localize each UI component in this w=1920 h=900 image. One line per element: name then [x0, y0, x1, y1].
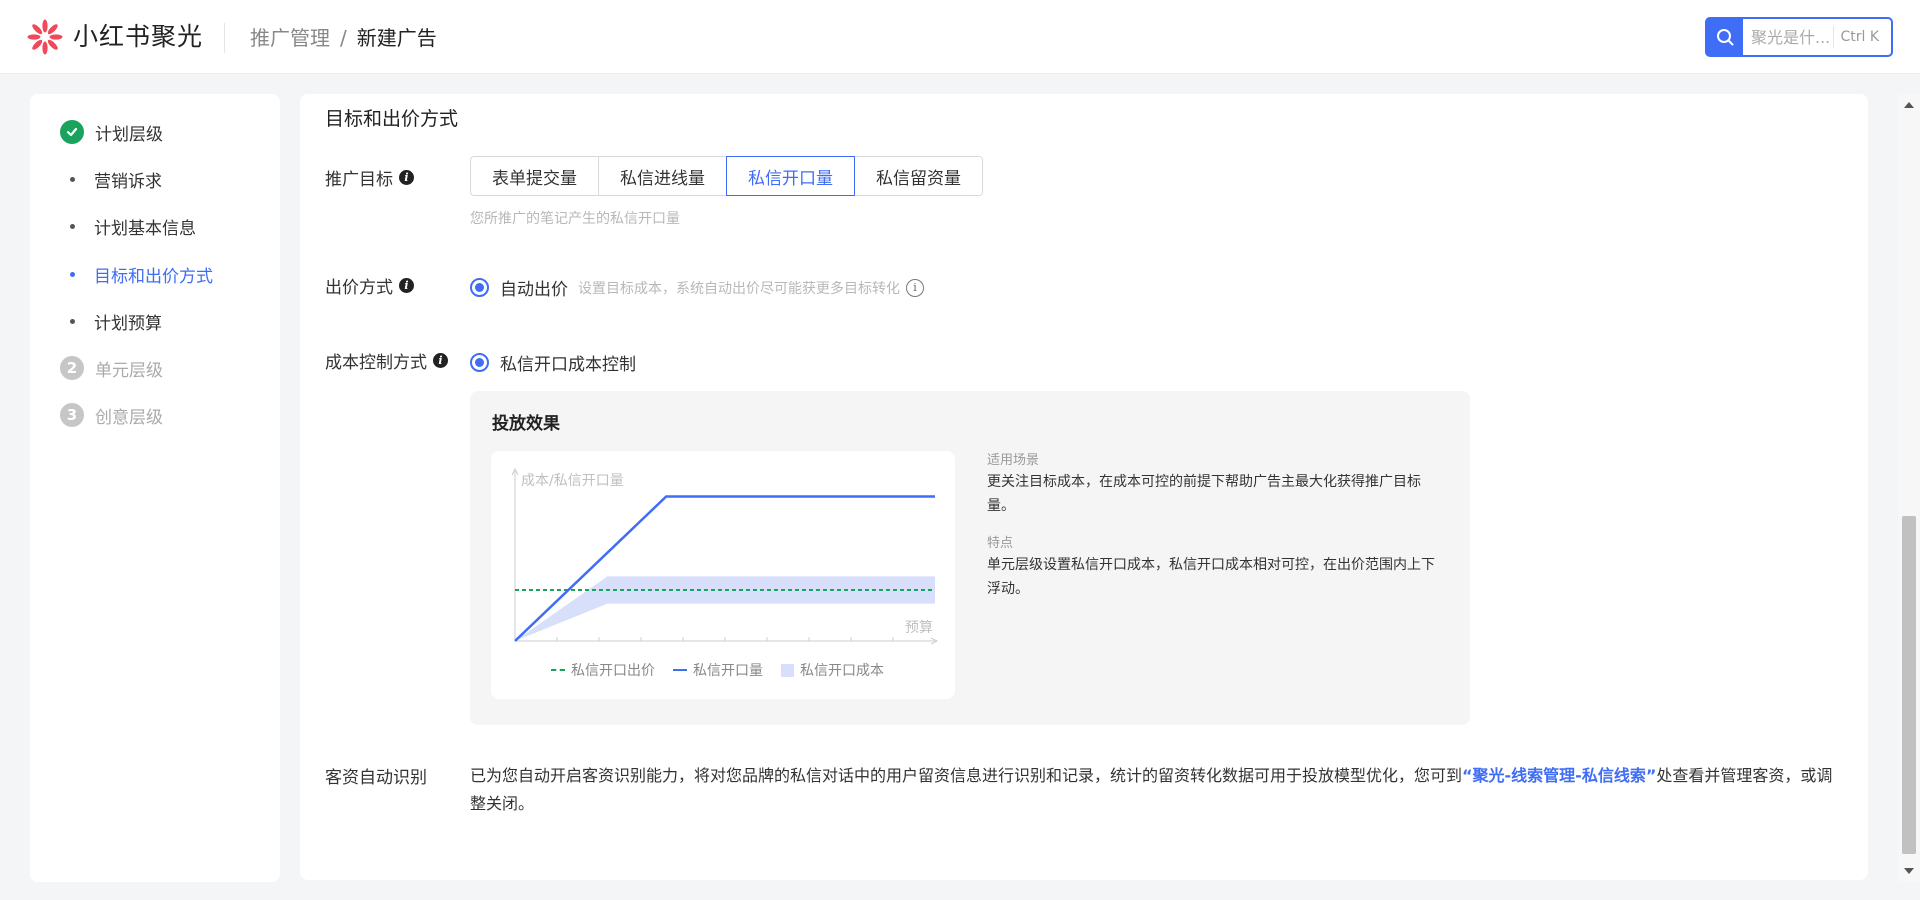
header-divider: [224, 23, 225, 53]
bullet-icon: [70, 176, 75, 182]
step-number: 3: [60, 403, 84, 427]
goal-option-form[interactable]: 表单提交量: [470, 156, 599, 196]
info-icon[interactable]: i: [433, 353, 448, 368]
legend-volume: 私信开口量: [673, 660, 763, 680]
chart-plot: 成本/私信开口量 预算: [511, 467, 939, 645]
breadcrumb-current: 新建广告: [356, 26, 437, 50]
radio-selected-icon[interactable]: [470, 278, 489, 297]
bullet-icon: [70, 271, 75, 277]
scroll-up-icon[interactable]: [1904, 102, 1914, 108]
leads-label-text: 客资自动识别: [325, 768, 427, 788]
bid-auto-radio[interactable]: 自动出价 设置目标成本，系统自动出价尽可能获更多目标转化 i: [470, 275, 924, 300]
step-label: 计划层级: [95, 124, 163, 145]
breadcrumb: 推广管理 / 新建广告: [250, 24, 437, 52]
search-shortcut: Ctrl K: [1833, 26, 1885, 48]
legend-dash-icon: [551, 669, 565, 671]
goal-option-dm-inbound[interactable]: 私信进线量: [598, 156, 727, 196]
goal-hint: 您所推广的笔记产生的私信开口量: [470, 211, 680, 227]
bid-label-text: 出价方式: [325, 278, 393, 298]
scene-heading: 适用场景: [987, 453, 1040, 468]
check-icon: [60, 120, 84, 144]
goal-label-text: 推广目标: [325, 170, 393, 190]
sidebar-item-label: 目标和出价方式: [94, 266, 213, 287]
effect-panel: 投放效果 成本/私信开口量 预算 私信开口出价 私信开口量 私信开口成本 适用场…: [470, 391, 1470, 725]
chart-legend: 私信开口出价 私信开口量 私信开口成本: [551, 660, 884, 680]
step-unit-level[interactable]: 2 单元层级: [60, 353, 163, 383]
scene-body: 更关注目标成本，在成本可控的前提下帮助广告主最大化获得推广目标量。: [987, 474, 1421, 514]
page-scrollbar[interactable]: [1898, 94, 1920, 882]
effect-title: 投放效果: [492, 414, 560, 434]
sidebar-item-label: 计划预算: [94, 313, 162, 334]
leads-text-before: 已为您自动开启客资识别能力，将对您品牌的私信对话中的用户留资信息进行识别和记录，…: [470, 766, 1463, 785]
scroll-down-icon[interactable]: [1904, 868, 1914, 874]
top-header: 小红书聚光 推广管理 / 新建广告 Ctrl K: [0, 0, 1920, 74]
leads-label: 客资自动识别: [325, 763, 427, 788]
step-label: 创意层级: [95, 407, 163, 428]
scrollbar-thumb[interactable]: [1902, 516, 1916, 854]
step-label: 单元层级: [95, 360, 163, 381]
scene-description: 适用场景 更关注目标成本，在成本可控的前提下帮助广告主最大化获得推广目标量。: [987, 449, 1447, 518]
series-volume-line: [514, 495, 935, 642]
bid-hint: 设置目标成本，系统自动出价尽可能获更多目标转化: [578, 280, 900, 297]
cost-control-label: 成本控制方式 i: [325, 348, 448, 373]
goal-label: 推广目标 i: [325, 165, 414, 190]
legend-box-icon: [781, 663, 794, 677]
legend-cost: 私信开口成本: [781, 660, 884, 680]
bullet-icon: [70, 223, 75, 229]
feature-description: 特点 单元层级设置私信开口成本，私信开口成本相对可控，在出价范围内上下浮动。: [987, 532, 1447, 601]
cost-control-radio[interactable]: 私信开口成本控制: [470, 350, 636, 375]
cost-control-option-label: 私信开口成本控制: [500, 355, 636, 375]
bid-label: 出价方式 i: [325, 273, 414, 298]
x-axis-label: 预算: [905, 620, 933, 636]
goal-option-dm-open[interactable]: 私信开口量: [726, 156, 855, 196]
cost-control-label-text: 成本控制方式: [325, 353, 427, 373]
step-plan-level[interactable]: 计划层级: [60, 117, 163, 147]
goal-segmented-control: 表单提交量 私信进线量 私信开口量 私信留资量: [470, 156, 983, 196]
breadcrumb-parent[interactable]: 推广管理: [250, 24, 330, 52]
step-number: 2: [60, 356, 84, 380]
search-box[interactable]: Ctrl K: [1705, 17, 1893, 57]
legend-label: 私信开口量: [693, 663, 763, 679]
info-circle-icon[interactable]: i: [906, 278, 924, 297]
bid-option-label: 自动出价: [500, 280, 568, 300]
y-axis-label: 成本/私信开口量: [521, 473, 624, 489]
sidebar-item-marketing[interactable]: 营销诉求: [70, 164, 162, 194]
section-title: 目标和出价方式: [325, 108, 459, 130]
step-creative-level[interactable]: 3 创意层级: [60, 400, 163, 430]
legend-line-icon: [673, 669, 687, 671]
series-cost-band: [515, 576, 935, 641]
legend-label: 私信开口出价: [571, 663, 655, 679]
sidebar-item-label: 营销诉求: [94, 171, 162, 192]
breadcrumb-separator: /: [340, 26, 347, 50]
sidebar-item-budget[interactable]: 计划预算: [70, 306, 162, 336]
goal-option-dm-leads[interactable]: 私信留资量: [854, 156, 983, 196]
bullet-icon: [70, 318, 75, 324]
feature-heading: 特点: [987, 536, 1014, 551]
legend-bid: 私信开口出价: [551, 660, 655, 680]
info-icon[interactable]: i: [399, 278, 414, 293]
flower-logo-icon[interactable]: [26, 18, 64, 56]
main-form-card: 目标和出价方式 推广目标 i 表单提交量 私信进线量 私信开口量 私信留资量 您…: [300, 94, 1868, 880]
sidebar-item-goal-bid[interactable]: 目标和出价方式: [70, 259, 213, 289]
leads-description: 已为您自动开启客资识别能力，将对您品牌的私信对话中的用户留资信息进行识别和记录，…: [470, 762, 1840, 818]
radio-selected-icon[interactable]: [470, 353, 489, 372]
info-icon[interactable]: i: [399, 170, 414, 185]
legend-label: 私信开口成本: [800, 663, 884, 679]
search-icon[interactable]: [1707, 19, 1743, 55]
sidebar-item-label: 计划基本信息: [94, 218, 196, 239]
brand-name: 小红书聚光: [73, 22, 204, 51]
leads-link[interactable]: “聚光-线索管理-私信线索”: [1462, 766, 1656, 785]
step-sidebar: 计划层级 营销诉求 计划基本信息 目标和出价方式 计划预算 2 单元层级 3 创…: [30, 94, 280, 882]
x-axis-ticks: [556, 637, 894, 641]
effect-chart: 成本/私信开口量 预算 私信开口出价 私信开口量 私信开口成本: [491, 451, 955, 699]
feature-body: 单元层级设置私信开口成本，私信开口成本相对可控，在出价范围内上下浮动。: [987, 557, 1435, 597]
sidebar-item-basic-info[interactable]: 计划基本信息: [70, 211, 196, 241]
